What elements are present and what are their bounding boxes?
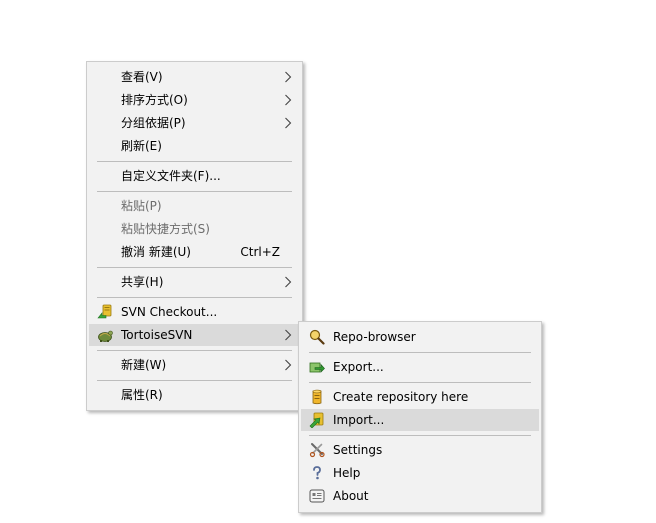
chevron-right-icon (285, 117, 292, 129)
menu-item-label: 查看(V) (121, 70, 163, 84)
menu-item-label: 粘贴(P) (121, 199, 162, 213)
menu-item-tortoisesvn[interactable]: TortoiseSVN (89, 324, 300, 346)
chevron-right-icon (285, 276, 292, 288)
menu-item-share[interactable]: 共享(H) (89, 271, 300, 293)
submenu-item-settings[interactable]: Settings (301, 439, 539, 461)
menu-item-label: TortoiseSVN (121, 328, 193, 342)
submenu-item-help[interactable]: Help (301, 462, 539, 484)
menu-separator (309, 435, 531, 436)
menu-item-new[interactable]: 新建(W) (89, 354, 300, 376)
menu-item-paste-shortcut[interactable]: 粘贴快捷方式(S) (89, 218, 300, 240)
menu-separator (309, 382, 531, 383)
submenu-item-label: About (333, 489, 369, 503)
tortoisesvn-icon (98, 330, 113, 342)
menu-item-customize-folder[interactable]: 自定义文件夹(F)... (89, 165, 300, 187)
chevron-right-icon (285, 71, 292, 83)
settings-icon (309, 443, 325, 458)
submenu-item-label: Repo-browser (333, 330, 416, 344)
menu-separator (97, 191, 292, 192)
menu-item-label: 自定义文件夹(F)... (121, 169, 221, 183)
menu-item-svn-checkout[interactable]: SVN Checkout... (89, 301, 300, 323)
menu-item-label: 刷新(E) (121, 139, 162, 153)
menu-separator (97, 267, 292, 268)
export-icon (309, 362, 325, 373)
submenu-item-export[interactable]: Export... (301, 356, 539, 378)
repo-browser-icon (309, 329, 325, 345)
svn-checkout-icon (97, 304, 112, 319)
menu-item-label: 粘贴快捷方式(S) (121, 222, 210, 236)
menu-item-label: 排序方式(O) (121, 93, 188, 107)
create-repository-icon (312, 389, 322, 405)
menu-item-paste[interactable]: 粘贴(P) (89, 195, 300, 217)
menu-item-label: 分组依据(P) (121, 116, 186, 130)
submenu-item-label: Import... (333, 413, 385, 427)
menu-item-label: SVN Checkout... (121, 305, 218, 319)
submenu-item-create-repository[interactable]: Create repository here (301, 386, 539, 408)
menu-item-shortcut: Ctrl+Z (240, 245, 280, 259)
menu-separator (97, 350, 292, 351)
chevron-right-icon (285, 94, 292, 106)
submenu-item-label: Export... (333, 360, 384, 374)
chevron-right-icon (285, 329, 292, 341)
submenu-item-label: Help (333, 466, 361, 480)
menu-separator (97, 380, 292, 381)
chevron-right-icon (285, 359, 292, 371)
submenu-item-about[interactable]: About (301, 485, 539, 507)
submenu-item-import[interactable]: Import... (301, 409, 539, 431)
tortoisesvn-submenu: Repo-browser Export... Create repository… (298, 321, 542, 513)
menu-item-view[interactable]: 查看(V) (89, 66, 300, 88)
menu-separator (309, 352, 531, 353)
submenu-item-label: Create repository here (333, 390, 469, 404)
help-icon (313, 466, 321, 480)
menu-separator (97, 297, 292, 298)
import-icon (309, 412, 324, 428)
submenu-item-repo-browser[interactable]: Repo-browser (301, 326, 539, 348)
menu-item-label: 新建(W) (121, 358, 167, 372)
desktop-context-menu: 查看(V) 排序方式(O) 分组依据(P) 刷新(E) 自定义文件夹(F)...… (86, 61, 303, 411)
about-icon (309, 489, 325, 503)
menu-item-label: 共享(H) (121, 275, 164, 289)
menu-item-properties[interactable]: 属性(R) (89, 384, 300, 406)
menu-item-sort-by[interactable]: 排序方式(O) (89, 89, 300, 111)
menu-item-label: 属性(R) (121, 388, 163, 402)
submenu-item-label: Settings (333, 443, 383, 457)
menu-item-label: 撤消 新建(U) (121, 245, 191, 259)
menu-item-group-by[interactable]: 分组依据(P) (89, 112, 300, 134)
menu-item-refresh[interactable]: 刷新(E) (89, 135, 300, 157)
menu-separator (97, 161, 292, 162)
menu-item-undo-new[interactable]: 撤消 新建(U) Ctrl+Z (89, 241, 300, 263)
